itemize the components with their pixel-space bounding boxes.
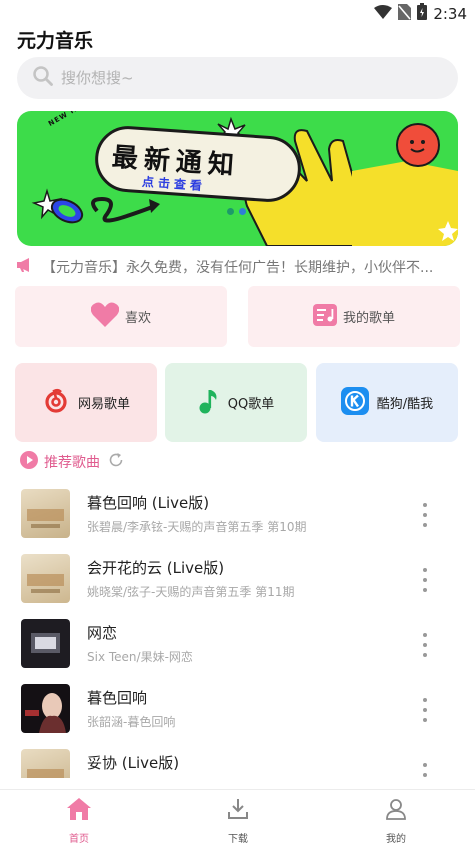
- wifi-icon: [374, 4, 393, 23]
- song-subtitle: 姚晓棠/弦子-天赐的声音第五季 第11期: [87, 585, 295, 599]
- netease-label: 网易歌单: [77, 397, 130, 412]
- play-circle-icon: [20, 451, 38, 473]
- more-vertical-icon[interactable]: [417, 763, 433, 778]
- song-subtitle: 张碧晨/李承铉-天赐的声音第五季 第10期: [87, 520, 307, 534]
- playlist-icon: [312, 303, 337, 330]
- album-cover: [21, 619, 70, 668]
- bottom-tab-bar: 首页 下载 我的: [0, 789, 475, 844]
- notice-bar[interactable]: 【元力音乐】永久免费，没有任何广告！长期维护，小伙伴不...: [16, 257, 459, 277]
- song-item[interactable]: 妥协 (Live版): [0, 743, 475, 778]
- kugou-playlist-card[interactable]: 酷狗/酷我: [316, 363, 458, 442]
- more-vertical-icon[interactable]: [417, 633, 433, 657]
- heart-icon: [90, 302, 120, 331]
- notice-banner[interactable]: NEW INFORMATION 最新通知 点击查看: [17, 111, 458, 246]
- status-bar: 2:34: [0, 0, 475, 26]
- download-icon: [227, 798, 249, 824]
- netease-playlist-card[interactable]: 网易歌单: [15, 363, 157, 442]
- tab-me-label: 我的: [386, 834, 406, 844]
- search-bar[interactable]: [17, 57, 458, 99]
- kugou-label: 酷狗/酷我: [376, 397, 434, 412]
- album-cover: [21, 489, 70, 538]
- song-title: 暮色回响 (Live版): [87, 494, 210, 512]
- song-subtitle: Six Teen/果妹-网恋: [87, 650, 193, 664]
- song-item[interactable]: 暮色回响 (Live版) 张碧晨/李承铉-天赐的声音第五季 第10期: [0, 483, 475, 543]
- kugou-icon: [340, 386, 369, 419]
- album-cover: [21, 684, 70, 733]
- qq-playlist-card[interactable]: QQ歌单: [165, 363, 307, 442]
- tab-home-label: 首页: [69, 834, 89, 844]
- song-subtitle: 张韶涵-暮色回响: [87, 715, 176, 729]
- pager-dot[interactable]: [227, 208, 234, 215]
- song-item[interactable]: 网恋 Six Teen/果妹-网恋: [0, 613, 475, 673]
- my-playlists-card[interactable]: 我的歌单: [248, 286, 460, 347]
- search-input[interactable]: [61, 69, 421, 87]
- home-icon: [67, 798, 91, 824]
- song-title: 会开花的云 (Live版): [87, 559, 225, 577]
- pager-dot-active[interactable]: [239, 208, 246, 215]
- recommend-label: 推荐歌曲: [44, 455, 100, 471]
- no-sim-icon: [398, 3, 412, 24]
- tab-download[interactable]: 下载: [208, 798, 268, 844]
- song-title: 网恋: [87, 624, 118, 642]
- my-playlists-label: 我的歌单: [342, 311, 395, 326]
- more-vertical-icon[interactable]: [417, 698, 433, 722]
- user-icon: [385, 798, 407, 824]
- status-time: 2:34: [433, 4, 467, 23]
- album-cover: [21, 554, 70, 603]
- song-item[interactable]: 暮色回响 张韶涵-暮色回响: [0, 678, 475, 738]
- song-item[interactable]: 会开花的云 (Live版) 姚晓棠/弦子-天赐的声音第五季 第11期: [0, 548, 475, 608]
- qq-label: QQ歌单: [227, 397, 275, 412]
- battery-icon: [417, 3, 428, 24]
- more-vertical-icon[interactable]: [417, 503, 433, 527]
- song-title: 妥协 (Live版): [87, 754, 180, 772]
- megaphone-icon: [16, 257, 34, 277]
- tab-home[interactable]: 首页: [49, 798, 109, 844]
- tab-download-label: 下载: [228, 834, 248, 844]
- like-card[interactable]: 喜欢: [15, 286, 227, 347]
- app-title: 元力音乐: [17, 30, 94, 52]
- recommend-header: 推荐歌曲: [20, 451, 124, 473]
- qq-music-icon: [198, 387, 220, 419]
- like-label: 喜欢: [124, 311, 151, 326]
- more-vertical-icon[interactable]: [417, 568, 433, 592]
- banner-pager: [227, 208, 246, 215]
- song-list: 暮色回响 (Live版) 张碧晨/李承铉-天赐的声音第五季 第10期 会开花的云…: [0, 483, 475, 778]
- netease-icon: [42, 387, 70, 419]
- song-title: 暮色回响: [87, 689, 148, 707]
- album-cover: [21, 749, 70, 778]
- refresh-icon[interactable]: [108, 452, 124, 472]
- tab-me[interactable]: 我的: [366, 798, 426, 844]
- search-icon: [33, 66, 53, 90]
- status-icons: 2:34: [374, 3, 467, 24]
- notice-text: 【元力音乐】永久免费，没有任何广告！长期维护，小伙伴不...: [42, 260, 434, 276]
